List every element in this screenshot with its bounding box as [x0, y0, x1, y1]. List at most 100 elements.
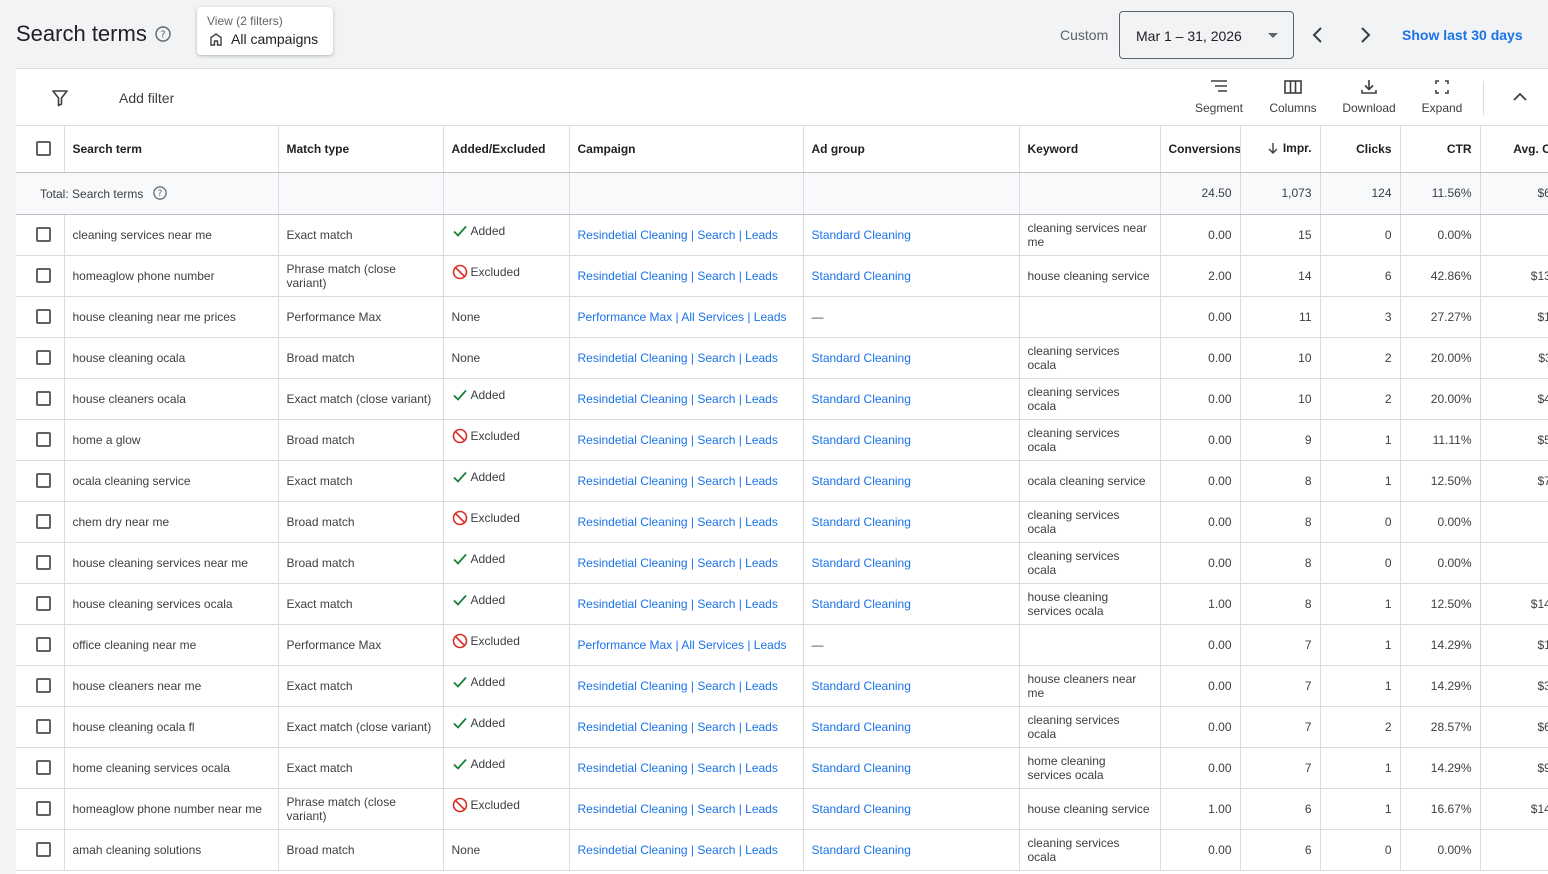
row-checkbox[interactable]	[36, 514, 51, 529]
row-checkbox[interactable]	[36, 801, 51, 816]
table-row[interactable]: house cleaners near me Exact match Added Re…	[16, 665, 1548, 707]
campaign-link[interactable]: Resindetial Cleaning | Search | Leads	[569, 419, 804, 461]
ad-group-link[interactable]: Standard Cleaning	[803, 214, 1020, 256]
row-select-cell[interactable]	[16, 255, 65, 297]
ad-group-link[interactable]: Standard Cleaning	[803, 665, 1020, 707]
table-row[interactable]: office cleaning near me Performance Max Ex…	[16, 624, 1548, 666]
table-row[interactable]: homeaglow phone number Phrase match (clos…	[16, 255, 1548, 297]
added-excluded-cell[interactable]: Added	[443, 706, 570, 748]
ad-group-link[interactable]: Standard Cleaning	[803, 378, 1020, 420]
ad-group-link[interactable]: Standard Cleaning	[803, 501, 1020, 543]
ad-group-link[interactable]: Standard Cleaning	[803, 747, 1020, 789]
row-select-cell[interactable]	[16, 419, 65, 461]
campaign-link[interactable]: Resindetial Cleaning | Search | Leads	[569, 706, 804, 748]
added-excluded-cell[interactable]: Added	[443, 583, 570, 625]
table-row[interactable]: house cleaning services near me Broad mat…	[16, 542, 1548, 584]
added-excluded-cell[interactable]: None	[443, 296, 570, 338]
expand-button[interactable]: Expand	[1414, 79, 1470, 119]
ad-group-link[interactable]: Standard Cleaning	[803, 337, 1020, 379]
filter-icon[interactable]	[51, 89, 69, 107]
row-checkbox[interactable]	[36, 760, 51, 775]
ad-group-link[interactable]: Standard Cleaning	[803, 542, 1020, 584]
row-select-cell[interactable]	[16, 460, 65, 502]
table-row[interactable]: house cleaning near me prices Performance…	[16, 296, 1548, 338]
row-checkbox[interactable]	[36, 309, 51, 324]
row-select-cell[interactable]	[16, 542, 65, 584]
campaign-link[interactable]: Resindetial Cleaning | Search | Leads	[569, 542, 804, 584]
row-checkbox[interactable]	[36, 268, 51, 283]
table-row[interactable]: homeaglow phone number near me Phrase mat…	[16, 788, 1548, 830]
table-row[interactable]: home cleaning services ocala Exact match A…	[16, 747, 1548, 789]
campaign-link[interactable]: Resindetial Cleaning | Search | Leads	[569, 460, 804, 502]
columns-button[interactable]: Columns	[1262, 79, 1324, 119]
row-select-cell[interactable]	[16, 747, 65, 789]
ad-group-link[interactable]: Standard Cleaning	[803, 706, 1020, 748]
header-conversions[interactable]: Conversions	[1160, 126, 1241, 173]
table-row[interactable]: house cleaning ocala fl Exact match (clos…	[16, 706, 1548, 748]
row-select-cell[interactable]	[16, 706, 65, 748]
row-checkbox[interactable]	[36, 391, 51, 406]
row-checkbox[interactable]	[36, 555, 51, 570]
row-checkbox[interactable]	[36, 227, 51, 242]
row-checkbox[interactable]	[36, 350, 51, 365]
table-row[interactable]: home a glow Broad match Excluded Resindetia…	[16, 419, 1548, 461]
header-impr[interactable]: Impr.	[1240, 126, 1321, 173]
row-checkbox[interactable]	[36, 432, 51, 447]
ad-group-link[interactable]: Standard Cleaning	[803, 460, 1020, 502]
table-row[interactable]: ocala cleaning service Exact match Added Re…	[16, 460, 1548, 502]
added-excluded-cell[interactable]: None	[443, 337, 570, 379]
ad-group-link[interactable]: Standard Cleaning	[803, 583, 1020, 625]
row-select-cell[interactable]	[16, 337, 65, 379]
added-excluded-cell[interactable]: Added	[443, 665, 570, 707]
help-icon[interactable]: ?	[155, 26, 171, 42]
header-avg-cpc[interactable]: Avg. CPC	[1480, 126, 1548, 173]
header-match-type[interactable]: Match type	[278, 126, 444, 173]
campaign-link[interactable]: Resindetial Cleaning | Search | Leads	[569, 747, 804, 789]
header-search-term[interactable]: Search term	[64, 126, 279, 173]
chevron-up-icon[interactable]	[1512, 89, 1528, 105]
campaign-link[interactable]: Resindetial Cleaning | Search | Leads	[569, 665, 804, 707]
added-excluded-cell[interactable]: Added	[443, 542, 570, 584]
chevron-left-icon[interactable]	[1307, 23, 1329, 47]
row-checkbox[interactable]	[36, 596, 51, 611]
select-all-checkbox[interactable]	[36, 141, 51, 157]
row-select-cell[interactable]	[16, 583, 65, 625]
row-select-cell[interactable]	[16, 829, 65, 871]
table-row[interactable]: house cleaners ocala Exact match (close v…	[16, 378, 1548, 420]
row-select-cell[interactable]	[16, 378, 65, 420]
header-keyword[interactable]: Keyword	[1019, 126, 1161, 173]
row-checkbox[interactable]	[36, 678, 51, 693]
added-excluded-cell[interactable]: Excluded	[443, 255, 570, 297]
header-ctr[interactable]: CTR	[1400, 126, 1481, 173]
added-excluded-cell[interactable]: Excluded	[443, 501, 570, 543]
row-select-cell[interactable]	[16, 624, 65, 666]
added-excluded-cell[interactable]: None	[443, 829, 570, 871]
row-checkbox[interactable]	[36, 842, 51, 857]
row-select-cell[interactable]	[16, 788, 65, 830]
chevron-right-icon[interactable]	[1354, 23, 1376, 47]
select-all-cell[interactable]	[16, 126, 65, 173]
campaign-link[interactable]: Performance Max | All Services | Leads	[569, 296, 804, 338]
ad-group-link[interactable]: Standard Cleaning	[803, 829, 1020, 871]
row-select-cell[interactable]	[16, 214, 65, 256]
table-row[interactable]: amah cleaning solutions Broad match None Re…	[16, 829, 1548, 871]
campaign-link[interactable]: Resindetial Cleaning | Search | Leads	[569, 255, 804, 297]
table-row[interactable]: house cleaning ocala Broad match None Resin…	[16, 337, 1548, 379]
ad-group-link[interactable]: Standard Cleaning	[803, 419, 1020, 461]
help-icon[interactable]: ?	[152, 185, 167, 200]
added-excluded-cell[interactable]: Excluded	[443, 788, 570, 830]
table-row[interactable]: house cleaning services ocala Exact match…	[16, 583, 1548, 625]
added-excluded-cell[interactable]: Excluded	[443, 419, 570, 461]
campaign-link[interactable]: Resindetial Cleaning | Search | Leads	[569, 337, 804, 379]
download-button[interactable]: Download	[1334, 79, 1404, 119]
show-last-30-days-link[interactable]: Show last 30 days	[1402, 27, 1523, 43]
campaign-link[interactable]: Resindetial Cleaning | Search | Leads	[569, 788, 804, 830]
campaign-link[interactable]: Performance Max | All Services | Leads	[569, 624, 804, 666]
row-checkbox[interactable]	[36, 473, 51, 488]
header-clicks[interactable]: Clicks	[1320, 126, 1401, 173]
add-filter-button[interactable]: Add filter	[119, 90, 174, 106]
table-row[interactable]: chem dry near me Broad match Excluded Resin…	[16, 501, 1548, 543]
row-checkbox[interactable]	[36, 637, 51, 652]
campaign-link[interactable]: Resindetial Cleaning | Search | Leads	[569, 583, 804, 625]
campaign-link[interactable]: Resindetial Cleaning | Search | Leads	[569, 214, 804, 256]
